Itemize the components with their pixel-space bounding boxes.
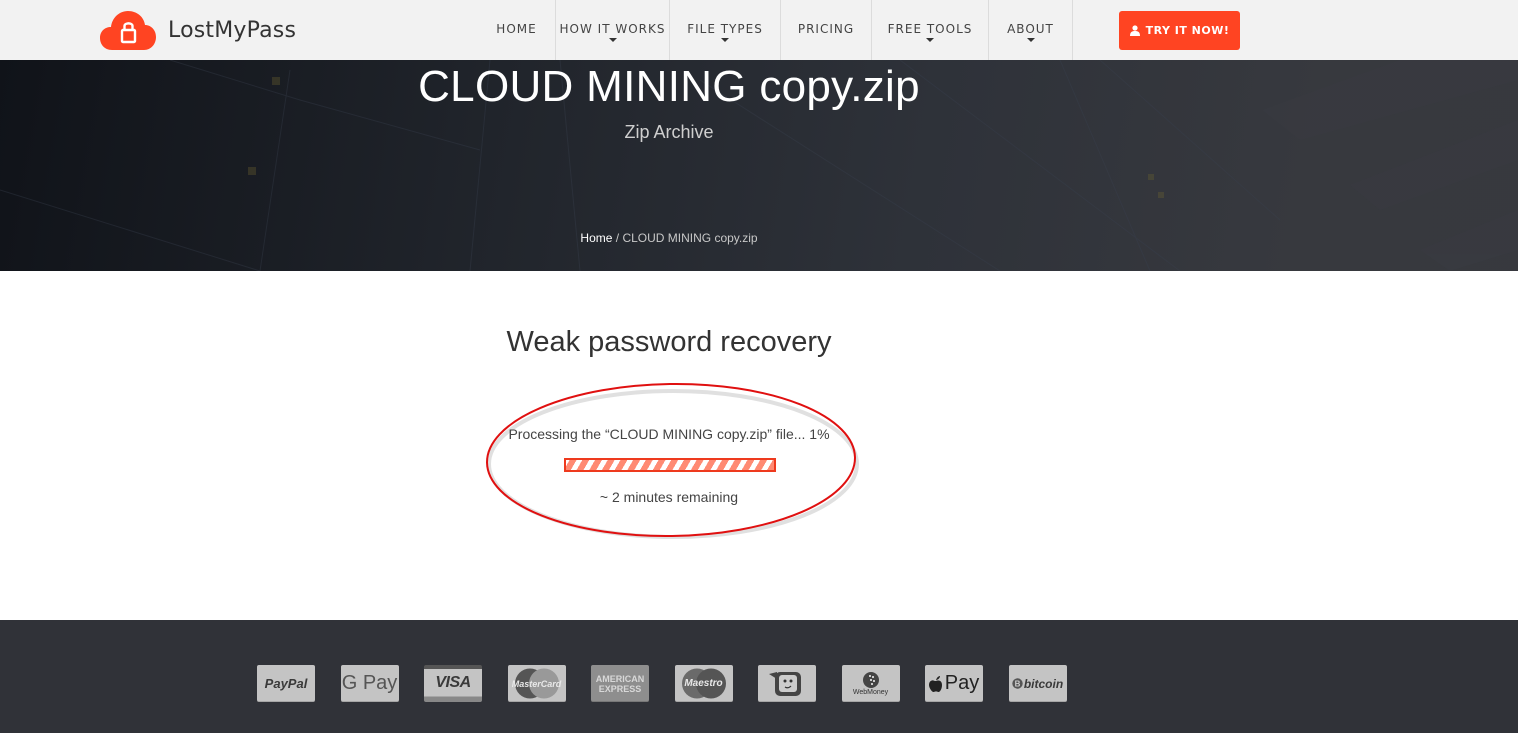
webmoney-icon: WebMoney xyxy=(841,665,900,702)
google-pay-icon: G Pay xyxy=(340,665,399,702)
breadcrumb-current: CLOUD MINING copy.zip xyxy=(622,231,758,245)
main-nav: HOME HOW IT WORKS FILE TYPES PRICING FRE… xyxy=(478,0,1073,60)
nav-file-types[interactable]: FILE TYPES xyxy=(670,0,781,60)
nav-pricing-label: PRICING xyxy=(797,22,855,36)
apple-pay-icon: Pay xyxy=(925,665,983,702)
time-remaining: ~ 2 minutes remaining xyxy=(599,489,739,505)
nav-about-label: ABOUT xyxy=(1007,22,1054,36)
nav-pricing[interactable]: PRICING xyxy=(781,0,872,60)
caret-down-icon xyxy=(721,38,729,42)
amex-icon: AMERICAN EXPRESS xyxy=(591,665,649,702)
mastercard-icon: MasterCard xyxy=(507,665,566,702)
apple-pay-label: Pay xyxy=(944,672,980,694)
nav-about[interactable]: ABOUT xyxy=(989,0,1073,60)
caret-down-icon xyxy=(608,38,617,42)
breadcrumb-separator: / xyxy=(612,231,623,245)
webmoney-globe-icon xyxy=(862,672,879,688)
try-it-now-label: TRY IT NOW! xyxy=(1145,24,1230,37)
caret-down-icon xyxy=(1026,38,1035,42)
hero-banner: CLOUD MINING copy.zip Zip Archive Home /… xyxy=(0,60,1518,271)
breadcrumb-home-link[interactable]: Home xyxy=(580,231,612,245)
bitcoin-icon: B bitcoin xyxy=(1008,665,1067,702)
svg-text:B: B xyxy=(1014,679,1020,688)
site-header: LostMyPass HOME HOW IT WORKS FILE TYPES … xyxy=(0,0,1518,60)
cloud-lock-icon xyxy=(100,11,156,50)
try-it-now-button[interactable]: TRY IT NOW! xyxy=(1119,11,1240,50)
breadcrumb: Home / CLOUD MINING copy.zip xyxy=(0,231,1338,245)
nav-free-tools-label: FREE TOOLS xyxy=(887,22,973,36)
visa-icon: VISA xyxy=(424,665,482,702)
file-type-subtitle: Zip Archive xyxy=(624,122,714,142)
progress-bar xyxy=(564,458,776,472)
file-title: CLOUD MINING copy.zip xyxy=(418,62,920,111)
apple-logo-icon xyxy=(928,675,942,692)
caret-down-icon xyxy=(926,38,934,42)
payment-methods: PayPal G Pay VISA MasterCard AMERICAN EXP… xyxy=(257,665,1092,702)
site-footer: PayPal G Pay VISA MasterCard AMERICAN EXP… xyxy=(0,620,1518,733)
logo[interactable]: LostMyPass xyxy=(100,10,296,50)
logo-text: LostMyPass xyxy=(168,17,297,43)
processing-status: Processing the “CLOUD MINING copy.zip” f… xyxy=(508,426,830,442)
user-icon xyxy=(1129,25,1140,36)
nav-free-tools[interactable]: FREE TOOLS xyxy=(872,0,989,60)
qiwi-face-icon xyxy=(769,671,801,696)
nav-home[interactable]: HOME xyxy=(478,0,556,60)
qiwi-icon xyxy=(758,665,816,702)
recovery-title: Weak password recovery xyxy=(506,326,832,358)
nav-how-it-works-label: HOW IT WORKS xyxy=(559,22,666,36)
bitcoin-label: bitcoin xyxy=(1023,676,1064,691)
visa-label: VISA xyxy=(435,674,471,691)
mastercard-label: MasterCard xyxy=(511,678,562,689)
google-pay-label: G Pay xyxy=(341,672,398,694)
amex-label: AMERICAN EXPRESS xyxy=(595,673,645,694)
maestro-icon: Maestro xyxy=(674,665,733,702)
paypal-icon: PayPal xyxy=(257,665,315,702)
paypal-label: PayPal xyxy=(264,676,308,691)
nav-file-types-label: FILE TYPES xyxy=(687,22,763,36)
bitcoin-coin-icon: B xyxy=(1012,678,1023,689)
nav-home-label: HOME xyxy=(496,22,537,36)
nav-how-it-works[interactable]: HOW IT WORKS xyxy=(556,0,670,60)
maestro-label: Maestro xyxy=(684,678,723,689)
webmoney-label: WebMoney xyxy=(852,689,889,696)
